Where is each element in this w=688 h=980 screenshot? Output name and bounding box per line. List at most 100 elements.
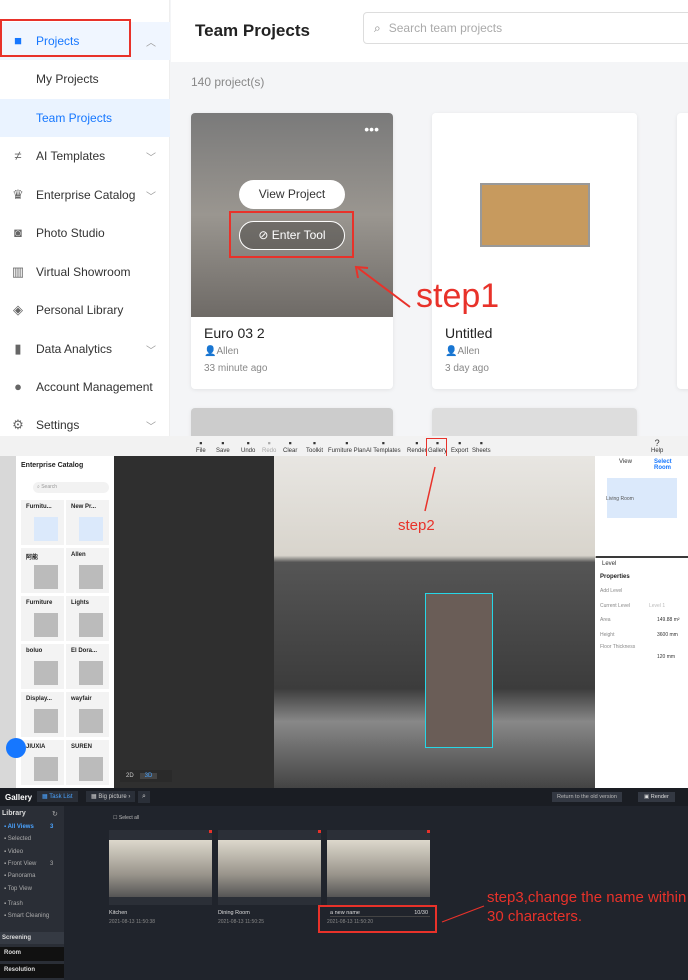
chat-button[interactable] [6,738,26,758]
label: Front View [7,860,37,867]
2d-button[interactable]: 2D [120,773,140,779]
3d-button[interactable]: 3D [139,773,158,779]
library-item[interactable]: ▪ Front View 3 [4,860,53,867]
catalog-item[interactable]: Furnitu... [21,500,64,545]
sidebar-item-settings[interactable]: ⚙ Settings ﹀ [0,406,170,436]
toolbar-render-button[interactable]: ▪ Render [407,438,427,454]
item-thumbnail [79,613,103,637]
select-room-tab[interactable]: Select Room [654,459,688,471]
sidebar-item-photo-studio[interactable]: ◙ Photo Studio [0,214,170,252]
new-dot [209,830,212,833]
selected-fridge[interactable] [425,593,493,748]
catalog-item[interactable]: Furniture [21,596,64,641]
more-icon[interactable]: ••• [364,121,379,137]
toolbar-ai-templates-button[interactable]: ▪ AI Templates [366,438,401,454]
library-item[interactable]: ▪ All Views 3 [4,824,53,830]
chevron-up-icon: ︿ [146,37,156,49]
catalog-item[interactable]: El Dora... [66,644,109,689]
sidebar-item-account-management[interactable]: ● Account Management [0,368,170,406]
catalog-panel: Enterprise Catalog ⌕ Search Furnitu... Ne… [16,456,114,788]
toolbar-save-button[interactable]: ▪ Save [216,438,230,454]
search-icon[interactable]: ⌕ [138,791,150,803]
catalog-search[interactable]: ⌕ Search [33,482,109,493]
catalog-title: Enterprise Catalog [21,462,84,469]
tab-task-list[interactable]: ▦ Task List [37,791,78,802]
project-list-screen: ■ Projects ︿ My Projects Team Projects ≠ AI… [0,0,688,436]
catalog-item[interactable]: wayfair [66,692,109,737]
item-thumbnail [34,565,58,589]
label: Furnitu... [26,504,52,510]
tool-icon: ▪ [479,438,483,448]
toolbar-file-button[interactable]: ▪ File [196,438,206,454]
catalog-item[interactable]: New Pr... [66,500,109,545]
project-time: 33 minute ago [204,363,268,374]
level-panel: Level Properties Add Level Current Level… [595,558,688,788]
label: Clear [283,448,298,454]
project-card[interactable] [432,408,637,436]
toolbar-export-button[interactable]: ▪ Export [451,438,468,454]
catalog-item[interactable]: Allen [66,548,109,593]
tab-big-picture[interactable]: ▦ Big picture › [86,791,136,802]
library-item[interactable]: ▪ Selected [4,836,31,842]
label: Toolkit [306,448,324,454]
gallery-image-card[interactable] [327,830,430,905]
gear-icon: ⚙ [12,417,24,432]
old-version-button[interactable]: Return to the old version [552,792,622,802]
sidebar-item-data-analytics[interactable]: ▮ Data Analytics ﹀ [0,330,170,368]
library-item[interactable]: ▪ Trash [4,901,23,907]
catalog-item[interactable]: boluo [21,644,64,689]
view-toggle[interactable]: 2D 3D [120,770,172,782]
toolbar-undo-button[interactable]: ▪ Undo [241,438,255,454]
sidebar-item-virtual-showroom[interactable]: ▥ Virtual Showroom [0,253,170,291]
label: Help [651,448,664,454]
sidebar-item-team-projects[interactable]: Team Projects [0,99,170,137]
toolbar-toolkit-button[interactable]: ▪ Toolkit [306,438,323,454]
toolbar-furniture-plan-button[interactable]: ▪ Furniture Plan [328,438,366,454]
height-field[interactable]: 3600 mm [657,632,678,638]
project-card[interactable] [191,408,393,436]
help-button[interactable]: ? Help [651,438,663,454]
search-input[interactable]: ⌕ Search team projects [363,12,688,44]
toolbar-clear-button[interactable]: ▪ Clear [283,438,297,454]
view-project-button[interactable]: View Project [239,180,345,209]
project-owner: 👤Allen [204,346,239,357]
sidebar-item-my-projects[interactable]: My Projects [0,60,170,98]
select-all-checkbox[interactable]: ☐ Select all [113,815,139,821]
gallery-image-card[interactable] [218,830,321,905]
label: All Views [7,824,34,830]
sidebar-item-personal-library[interactable]: ◈ Personal Library [0,291,170,329]
chevron-down-icon: ﹀ [146,191,156,203]
floor-thickness-field[interactable]: 120 mm [657,654,675,660]
value: 3600 [657,632,669,638]
current-level-select[interactable]: Level 1 [649,603,665,609]
catalog-item[interactable]: Display... [21,692,64,737]
resolution-filter[interactable]: Resolution [0,964,64,978]
toolbar-redo-button[interactable]: ▪ Redo [262,438,276,454]
project-card[interactable]: Untitled 👤Allen 3 day ago [432,113,637,389]
gallery-image-card[interactable] [109,830,212,905]
project-card[interactable]: ••• View Project ⊘ Enter Tool Euro 03 2 … [191,113,393,389]
sidebar-item-ai-templates[interactable]: ≠ AI Templates ﹀ [0,137,170,175]
sidebar-item-enterprise-catalog[interactable]: ♛ Enterprise Catalog ﹀ [0,176,170,214]
chart-icon: ▮ [14,341,22,356]
view-tab[interactable]: View [619,459,632,465]
chevron-down-icon: ﹀ [146,152,156,164]
label: Select all [118,815,140,821]
room-filter[interactable]: Room [0,947,64,961]
area-field[interactable]: 149.88 m² [657,617,680,623]
library-item[interactable]: ▪ Panorama [4,873,35,879]
label: Enterprise Catalog [36,188,136,202]
step2-label: step2 [398,517,435,534]
toolbar-sheets-button[interactable]: ▪ Sheets [472,438,491,454]
refresh-icon[interactable]: ↻ [52,810,58,818]
catalog-item[interactable]: SUREN [66,740,109,785]
project-name: Euro 03 2 [204,325,265,341]
library-item[interactable]: ▪ Top View [4,886,32,892]
project-card[interactable] [677,113,688,389]
library-item[interactable]: ▪ Smart Cleaning [4,913,49,919]
render-button[interactable]: ▣ Render [638,792,675,802]
catalog-item[interactable]: JIUXIA [21,740,64,785]
library-item[interactable]: ▪ Video [4,849,23,855]
catalog-item[interactable]: 阿能 [21,548,64,593]
catalog-item[interactable]: Lights [66,596,109,641]
